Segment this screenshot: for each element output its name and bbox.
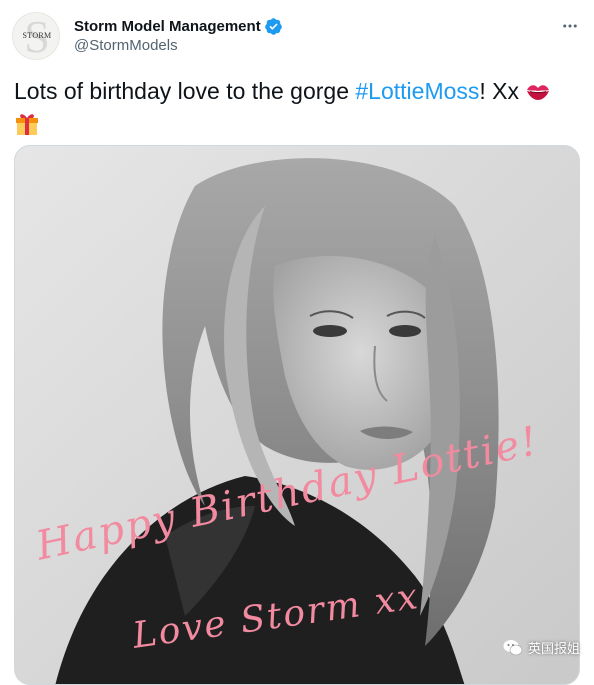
watermark-label: 英国报姐 xyxy=(527,641,580,656)
tweet-text-intro: Lots of birthday love to the gorge xyxy=(14,78,356,104)
verified-badge-icon xyxy=(264,17,283,36)
avatar[interactable]: S STORM xyxy=(12,12,60,60)
account-handle[interactable]: @StormModels xyxy=(74,37,178,54)
kiss-mark-icon xyxy=(525,80,551,110)
display-name[interactable]: Storm Model Management xyxy=(74,18,261,35)
tweet-photo[interactable]: Happy Birthday Lottie! Love Storm xx xyxy=(14,145,580,685)
tweet-text-outro: ! Xx xyxy=(479,78,526,104)
account-name-row: Storm Model Management xyxy=(74,16,283,36)
wechat-icon xyxy=(503,639,523,655)
avatar-wordmark: STORM xyxy=(22,31,52,40)
wechat-watermark: 英国报姐 xyxy=(503,638,580,657)
more-options-icon[interactable] xyxy=(560,16,580,36)
wrapped-gift-icon xyxy=(14,111,40,144)
hashtag-link[interactable]: #LottieMoss xyxy=(355,78,479,104)
tweet-card[interactable]: S STORM Storm Model Management @StormMod… xyxy=(0,0,594,685)
tweet-text: Lots of birthday love to the gorge #Lott… xyxy=(14,76,580,144)
